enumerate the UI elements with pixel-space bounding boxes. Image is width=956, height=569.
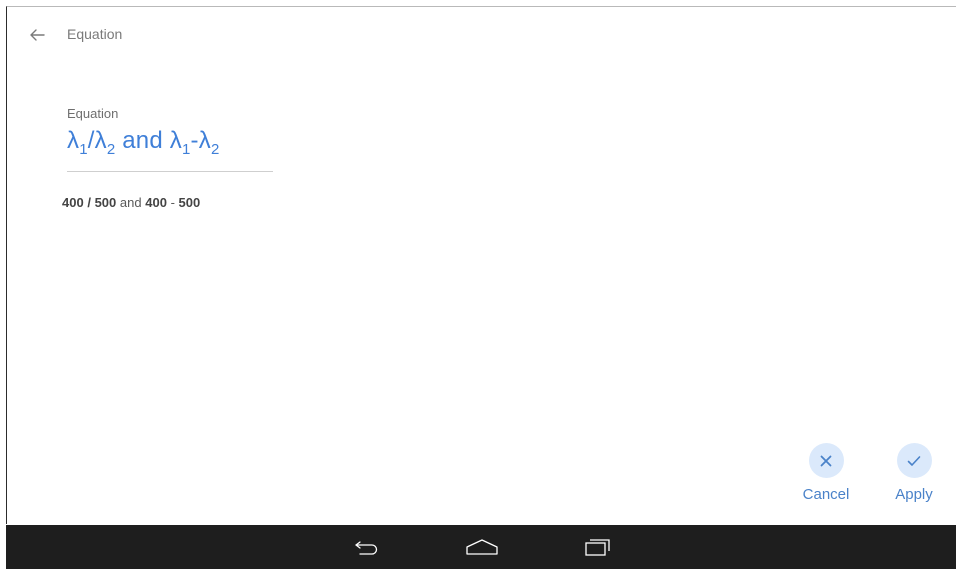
subscript: 1	[79, 141, 88, 158]
subscript: 1	[181, 141, 191, 158]
check-icon	[907, 455, 921, 466]
nav-recents-icon	[585, 539, 610, 556]
nav-back-icon	[355, 541, 378, 555]
result-value: 500	[178, 195, 201, 210]
conjunction-text: and	[122, 127, 163, 154]
nav-back-button[interactable]	[347, 533, 387, 561]
nav-home-icon	[466, 539, 498, 555]
divide-operator: /	[87, 195, 91, 210]
subscript: 2	[210, 141, 220, 158]
app-window: Equation Equation λ1/λ2 and λ1-λ2 400 / …	[6, 6, 956, 524]
arrow-left-icon	[30, 29, 45, 41]
minus-operator: -	[170, 195, 175, 210]
cancel-circle	[808, 443, 844, 478]
equation-label: Equation	[67, 106, 119, 121]
nav-recents-button[interactable]	[578, 533, 618, 561]
result-value: 400	[145, 195, 167, 210]
cancel-label: Cancel	[802, 486, 850, 503]
page-title: Equation	[67, 26, 123, 42]
nav-home-button[interactable]	[462, 533, 502, 561]
subscript: 2	[106, 141, 116, 158]
cancel-button[interactable]: Cancel	[799, 443, 853, 503]
apply-label: Apply	[895, 486, 933, 503]
result-value: 400	[62, 195, 84, 210]
system-nav-bar	[6, 525, 956, 569]
minus-operator: -	[190, 127, 199, 154]
equation-field[interactable]: λ1/λ2 and λ1-λ2	[67, 125, 273, 172]
apply-circle	[896, 443, 932, 478]
lambda-symbol: λ	[94, 127, 107, 154]
slash-operator: /	[87, 127, 95, 154]
close-icon	[820, 455, 832, 466]
equation-result: 400 / 500 and 400 - 500	[62, 195, 200, 210]
lambda-symbol: λ	[169, 127, 182, 154]
lambda-symbol: λ	[198, 127, 211, 154]
conjunction-text: and	[119, 195, 142, 210]
result-value: 500	[94, 195, 117, 210]
top-bar: Equation	[7, 7, 956, 61]
apply-button[interactable]: Apply	[887, 443, 941, 503]
lambda-symbol: λ	[67, 127, 80, 154]
back-button[interactable]	[25, 23, 49, 47]
equation-display: λ1/λ2 and λ1-λ2	[67, 127, 219, 158]
